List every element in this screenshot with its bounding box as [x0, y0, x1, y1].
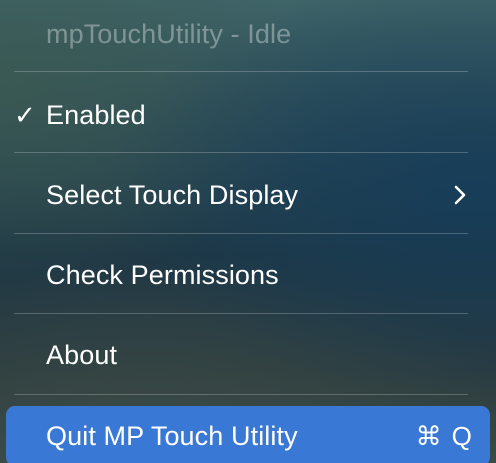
menu-item-about[interactable]: About — [0, 324, 496, 386]
status-title-label: mpTouchUtility - Idle — [46, 18, 292, 49]
menu-item-check-permissions[interactable]: Check Permissions — [0, 244, 496, 306]
menu-item-check-permissions-label: Check Permissions — [46, 259, 279, 290]
menu-divider — [14, 152, 468, 153]
menu-divider — [14, 394, 468, 395]
command-key-icon: ⌘ — [415, 420, 442, 451]
menu-item-quit-label: Quit MP Touch Utility — [46, 420, 298, 451]
checkmark-icon: ✓ — [14, 100, 36, 130]
menu-item-enabled[interactable]: ✓ Enabled — [0, 84, 496, 146]
chevron-right-icon — [454, 185, 466, 205]
menu-divider — [14, 71, 468, 72]
menu-item-select-touch-display[interactable]: Select Touch Display — [0, 164, 496, 226]
menu-item-about-label: About — [46, 339, 118, 370]
menu-divider — [14, 233, 468, 234]
menu-item-quit[interactable]: Quit MP Touch Utility ⌘ Q — [6, 406, 490, 463]
keyboard-shortcut: ⌘ Q — [416, 421, 472, 452]
context-menu: mpTouchUtility - Idle ✓ Enabled Select T… — [0, 0, 496, 463]
menu-divider — [14, 313, 468, 314]
menu-item-select-touch-display-label: Select Touch Display — [46, 179, 299, 210]
menu-title-status: mpTouchUtility - Idle — [0, 4, 496, 64]
shortcut-key-label: Q — [451, 420, 472, 451]
menu-item-enabled-label: Enabled — [46, 99, 146, 130]
